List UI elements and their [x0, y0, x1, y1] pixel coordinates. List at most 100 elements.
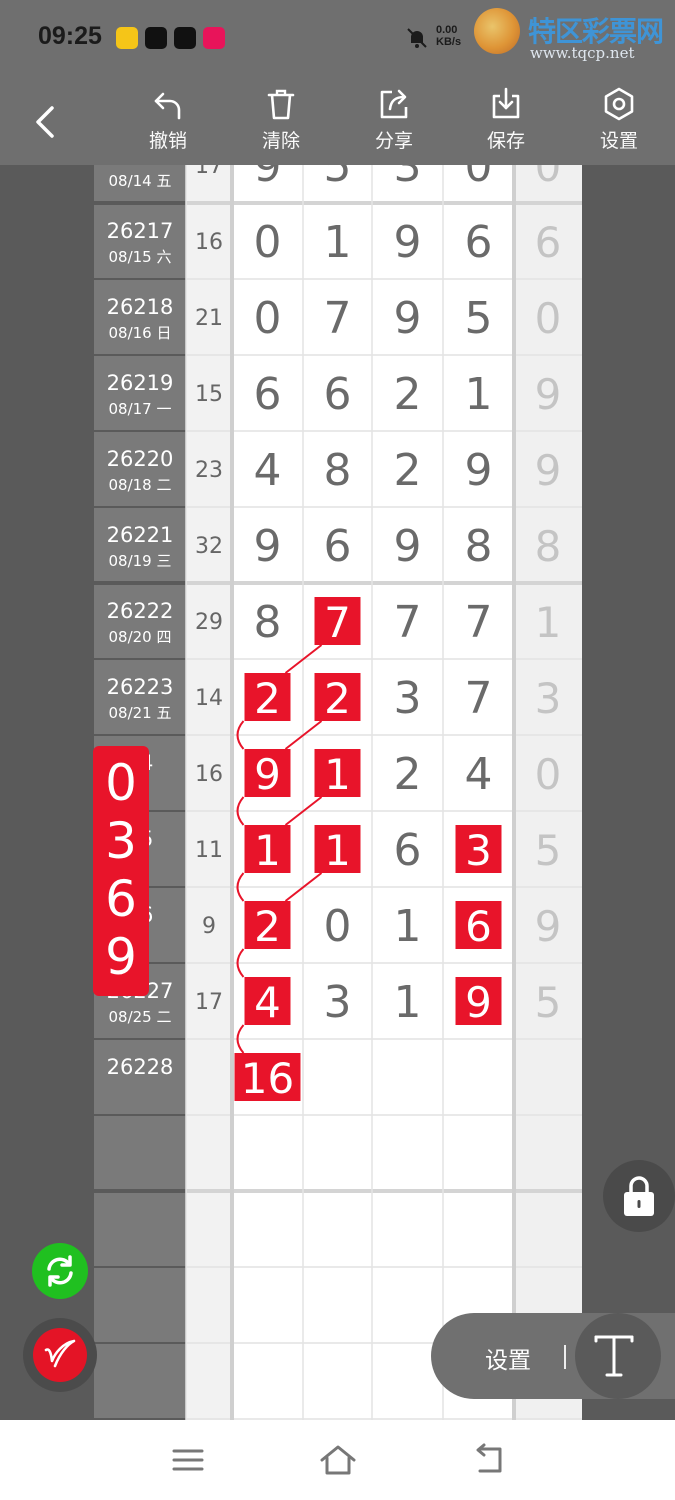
- share-button[interactable]: 分享: [359, 86, 429, 153]
- sum-value: 32: [195, 534, 223, 559]
- digit-cell-highlighted: 2: [254, 674, 281, 723]
- period-date: 08/19 三: [109, 552, 172, 570]
- hint-digits-box[interactable]: 0 3 6 9: [93, 746, 149, 996]
- span-value: 1: [535, 598, 562, 647]
- sum-value: 17: [195, 990, 223, 1015]
- hexagon-settings-icon: [604, 87, 634, 121]
- period-number: 26218: [107, 295, 174, 319]
- digit-cell: 1: [394, 901, 422, 952]
- digit-cell: 7: [465, 673, 493, 724]
- settings-label[interactable]: 设置: [485, 1341, 531, 1375]
- sum-value: 16: [195, 230, 223, 255]
- sum-value: 23: [195, 458, 223, 483]
- menu-icon[interactable]: [168, 1442, 208, 1478]
- hint-digit: 0: [105, 754, 137, 812]
- app-notification-icon: [116, 27, 138, 49]
- span-value: 3: [535, 674, 562, 723]
- period-date: 08/25 二: [109, 1008, 172, 1026]
- span-value: 9: [535, 370, 562, 419]
- digit-cell: 9: [394, 293, 422, 344]
- chevron-left-icon[interactable]: [26, 98, 66, 146]
- span-value: 5: [535, 826, 562, 875]
- sum-column-bg: [186, 165, 232, 1420]
- period-number: 26217: [107, 219, 174, 243]
- refresh-icon: [47, 1255, 73, 1287]
- tiktok-icon: [145, 27, 167, 49]
- digit-cell: 9: [254, 521, 282, 572]
- digit-cell: 9: [254, 165, 282, 192]
- clear-button[interactable]: 清除: [246, 86, 316, 153]
- pill-divider: [564, 1345, 566, 1369]
- digit-cell: 6: [324, 521, 352, 572]
- digit-cell: 6: [254, 369, 282, 420]
- digit-cell: 6: [324, 369, 352, 420]
- trend-chart-grid[interactable]: 08/14 五17 9 5 3 0 02621708/15 六16 0 1 9 6 62621808…: [94, 165, 582, 1420]
- home-icon[interactable]: [318, 1442, 358, 1478]
- refresh-button[interactable]: [32, 1243, 88, 1299]
- system-nav-bar: [0, 1420, 675, 1500]
- digit-cell: 4: [465, 749, 493, 800]
- pen-button-inner: [33, 1328, 87, 1382]
- digit-cell: 4: [254, 445, 282, 496]
- digit-cell: 9: [394, 217, 422, 268]
- hint-digit: 6: [105, 870, 137, 928]
- digit-cell-highlighted: 3: [465, 826, 492, 875]
- sum-value: 11: [195, 838, 223, 863]
- status-bar: 09:25 0.00 KB/s 特区彩票网 www.tqcp.net: [0, 0, 675, 78]
- sum-value: 17: [195, 165, 223, 179]
- digit-cell: 8: [324, 445, 352, 496]
- period-date: 08/21 五: [109, 704, 172, 722]
- status-time: 09:25: [38, 22, 102, 50]
- digit-cell: 1: [394, 977, 422, 1028]
- back-icon[interactable]: [468, 1442, 508, 1478]
- digit-cell: 0: [465, 165, 493, 192]
- digit-cell: 0: [324, 901, 352, 952]
- period-number: 26228: [107, 1055, 174, 1079]
- digit-cell-highlighted: 6: [465, 902, 492, 951]
- digit-cell: 8: [465, 521, 493, 572]
- digit-cell: 8: [254, 597, 282, 648]
- trend-chart[interactable]: 08/14 五 17 9 5 3 0 0 26217 08/15 六 16 0 1 9 6 6 26218 08…: [94, 165, 582, 1420]
- tiktok-icon: [174, 27, 196, 49]
- period-date: 08/15 六: [109, 248, 172, 266]
- digit-cell: 9: [465, 445, 493, 496]
- period-number: 26221: [107, 523, 174, 547]
- span-value: 0: [535, 750, 562, 799]
- watermark-url: www.tqcp.net: [530, 44, 635, 62]
- digit-cell-highlighted: 2: [254, 902, 281, 951]
- pen-button[interactable]: [23, 1318, 97, 1392]
- digit-cell: 7: [394, 597, 422, 648]
- text-tool-button[interactable]: [575, 1313, 661, 1399]
- digit-cell: 6: [394, 825, 422, 876]
- digit-cell-highlighted: 1: [324, 750, 351, 799]
- span-value: 9: [535, 446, 562, 495]
- digit-cell: 1: [465, 369, 493, 420]
- period-number: 26222: [107, 599, 174, 623]
- digit-cell-highlighted: 4: [254, 978, 281, 1027]
- sum-value: 9: [202, 914, 216, 939]
- lock-icon: [624, 1176, 654, 1216]
- period-date: 08/14 五: [109, 172, 172, 190]
- settings-button[interactable]: 设置: [584, 86, 654, 153]
- digit-cell: 3: [324, 977, 352, 1028]
- digit-cell: 6: [465, 217, 493, 268]
- digit-cell: 2: [394, 369, 422, 420]
- digit-cell: 7: [324, 293, 352, 344]
- period-date: 08/16 日: [109, 324, 172, 342]
- share-icon: [380, 89, 408, 119]
- watermark-logo: [474, 8, 520, 54]
- period-date: 08/17 一: [109, 400, 172, 418]
- digit-cell: 0: [254, 293, 282, 344]
- undo-button[interactable]: 撤销: [133, 86, 203, 153]
- digit-cell: 9: [394, 521, 422, 572]
- period-date: 08/20 四: [109, 628, 172, 646]
- period-number: 26223: [107, 675, 174, 699]
- digit-cell-highlighted: 9: [254, 750, 281, 799]
- save-button[interactable]: 保存: [471, 86, 541, 153]
- lock-button[interactable]: [603, 1160, 675, 1232]
- digit-cell-highlighted: 9: [465, 978, 492, 1027]
- settings-pill[interactable]: 设置: [431, 1313, 675, 1399]
- digit-cell: 3: [394, 673, 422, 724]
- sum-value: 29: [195, 610, 223, 635]
- span-value: 0: [535, 165, 562, 191]
